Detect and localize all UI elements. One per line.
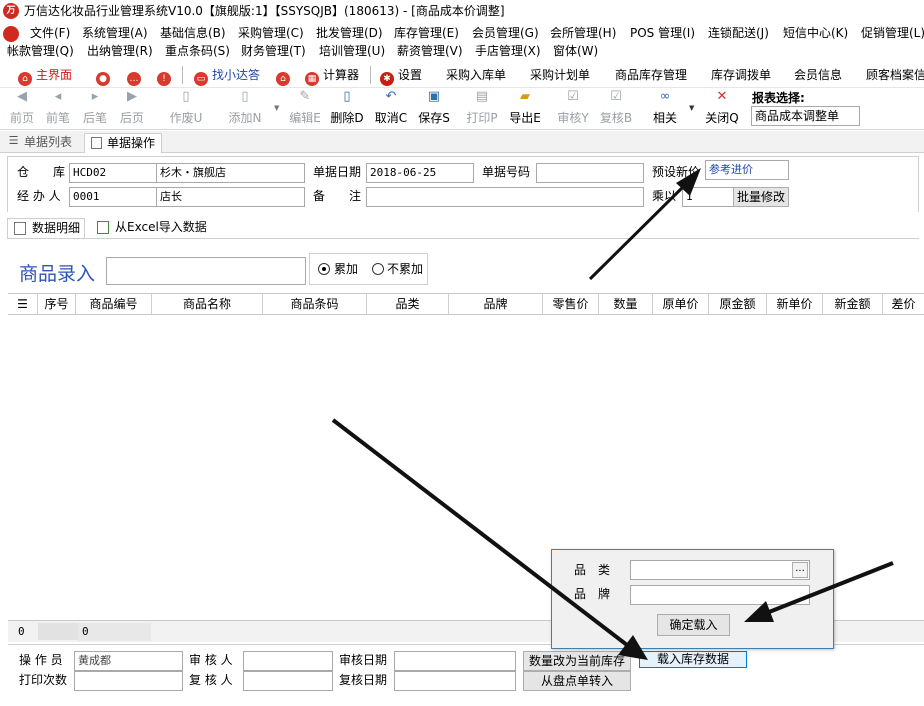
arrow-line-load [331,418,629,647]
arrow-line-preset [588,180,690,281]
arrow-line-confirm [763,561,894,616]
arrow-head-load [618,635,648,660]
annotation-arrows [331,168,894,660]
arrow-head-confirm [744,601,774,622]
